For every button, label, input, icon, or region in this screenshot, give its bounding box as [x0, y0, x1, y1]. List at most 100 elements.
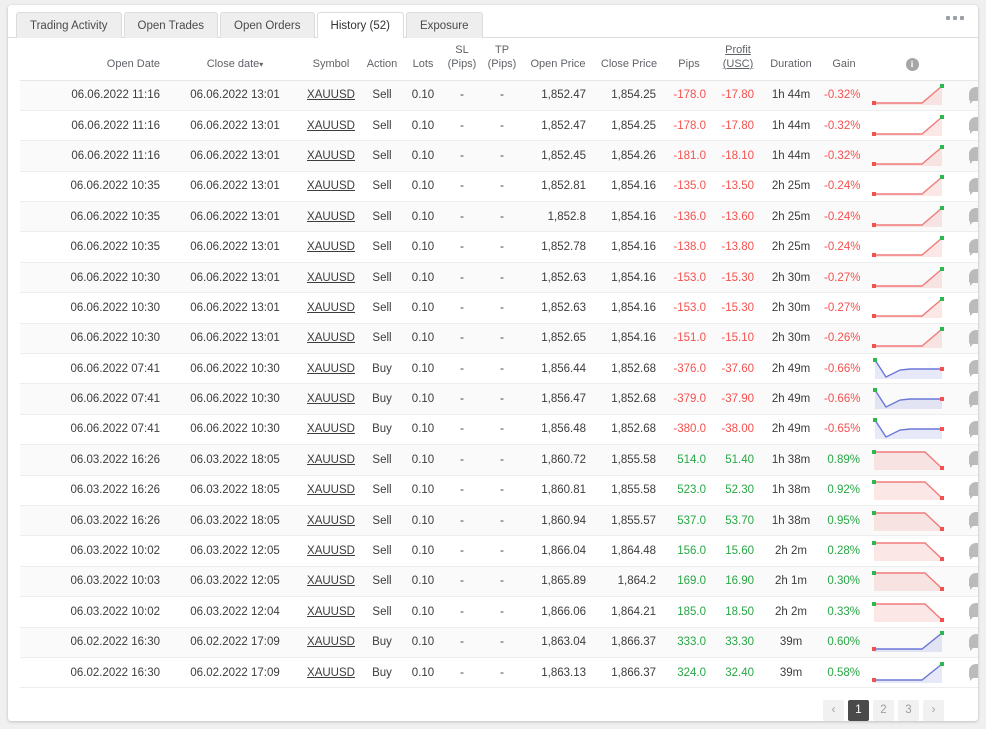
table-row[interactable]: 06.06.2022 10:3506.06.2022 13:01XAUUSDSe…: [20, 202, 978, 232]
table-row[interactable]: 06.06.2022 11:1606.06.2022 13:01XAUUSDSe…: [20, 141, 978, 171]
symbol-link[interactable]: XAUUSD: [307, 363, 355, 375]
comment-bubble-icon[interactable]: [969, 603, 979, 617]
table-row[interactable]: 06.06.2022 10:3506.06.2022 13:01XAUUSDSe…: [20, 232, 978, 262]
comment-bubble-icon[interactable]: [969, 512, 979, 526]
comment-bubble-icon[interactable]: [969, 147, 979, 161]
cell-sparkline-chart: [868, 505, 956, 535]
table-row[interactable]: 06.03.2022 10:0206.03.2022 12:05XAUUSDSe…: [20, 536, 978, 566]
col-duration[interactable]: Duration: [762, 38, 820, 80]
symbol-link[interactable]: XAUUSD: [307, 423, 355, 435]
cell-tp: -: [482, 323, 522, 353]
pagination-page-2[interactable]: 2: [873, 700, 894, 721]
symbol-link[interactable]: XAUUSD: [307, 484, 355, 496]
symbol-link[interactable]: XAUUSD: [307, 393, 355, 405]
table-row[interactable]: 06.06.2022 10:3006.06.2022 13:01XAUUSDSe…: [20, 262, 978, 292]
pagination-page-3[interactable]: 3: [898, 700, 919, 721]
cell-close-date: 06.06.2022 10:30: [168, 354, 302, 384]
cell-action: Buy: [360, 354, 404, 384]
cell-action: Sell: [360, 293, 404, 323]
cell-profit: -13.50: [714, 171, 762, 201]
symbol-link[interactable]: XAUUSD: [307, 180, 355, 192]
cell-gain: 0.33%: [820, 597, 868, 627]
tab-history[interactable]: History (52): [317, 12, 404, 38]
comment-bubble-icon[interactable]: [969, 451, 979, 465]
symbol-link[interactable]: XAUUSD: [307, 302, 355, 314]
info-icon[interactable]: i: [906, 58, 919, 71]
cell-close-price: 1,864.48: [594, 536, 664, 566]
col-action[interactable]: Action: [360, 38, 404, 80]
comment-bubble-icon[interactable]: [969, 87, 979, 101]
table-row[interactable]: 06.02.2022 16:3006.02.2022 17:09XAUUSDBu…: [20, 627, 978, 657]
table-row[interactable]: 06.06.2022 11:1606.06.2022 13:01XAUUSDSe…: [20, 110, 978, 140]
symbol-link[interactable]: XAUUSD: [307, 150, 355, 162]
col-close-price[interactable]: Close Price: [594, 38, 664, 80]
tab-exposure[interactable]: Exposure: [406, 12, 483, 38]
kebab-menu-icon[interactable]: [946, 16, 964, 20]
comment-bubble-icon[interactable]: [969, 330, 979, 344]
col-gain[interactable]: Gain: [820, 38, 868, 80]
comment-bubble-icon[interactable]: [969, 299, 979, 313]
comment-bubble-icon[interactable]: [969, 208, 979, 222]
symbol-link[interactable]: XAUUSD: [307, 211, 355, 223]
table-row[interactable]: 06.06.2022 11:1606.06.2022 13:01XAUUSDSe…: [20, 80, 978, 110]
comment-bubble-icon[interactable]: [969, 573, 979, 587]
col-sl-pips[interactable]: SL (Pips): [442, 38, 482, 80]
tab-trading-activity[interactable]: Trading Activity: [16, 12, 122, 38]
symbol-link[interactable]: XAUUSD: [307, 606, 355, 618]
comment-bubble-icon[interactable]: [969, 634, 979, 648]
symbol-link[interactable]: XAUUSD: [307, 636, 355, 648]
comment-bubble-icon[interactable]: [969, 269, 979, 283]
table-row[interactable]: 06.06.2022 07:4106.06.2022 10:30XAUUSDBu…: [20, 384, 978, 414]
col-tp-pips[interactable]: TP (Pips): [482, 38, 522, 80]
col-lots[interactable]: Lots: [404, 38, 442, 80]
tab-open-trades[interactable]: Open Trades: [124, 12, 218, 38]
pagination-page-1[interactable]: 1: [848, 700, 869, 721]
symbol-link[interactable]: XAUUSD: [307, 454, 355, 466]
cell-sparkline-chart: [868, 597, 956, 627]
symbol-link[interactable]: XAUUSD: [307, 120, 355, 132]
symbol-link[interactable]: XAUUSD: [307, 667, 355, 679]
symbol-link[interactable]: XAUUSD: [307, 332, 355, 344]
symbol-link[interactable]: XAUUSD: [307, 515, 355, 527]
comment-bubble-icon[interactable]: [969, 178, 979, 192]
comment-bubble-icon[interactable]: [969, 543, 979, 557]
table-row[interactable]: 06.03.2022 10:0206.03.2022 12:04XAUUSDSe…: [20, 597, 978, 627]
col-close-date[interactable]: Close date▾: [168, 38, 302, 80]
symbol-link[interactable]: XAUUSD: [307, 575, 355, 587]
col-open-date[interactable]: Open Date: [20, 38, 168, 80]
symbol-link[interactable]: XAUUSD: [307, 241, 355, 253]
col-pips[interactable]: Pips: [664, 38, 714, 80]
pagination-prev[interactable]: ‹: [823, 700, 844, 721]
table-row[interactable]: 06.03.2022 10:0306.03.2022 12:05XAUUSDSe…: [20, 566, 978, 596]
table-row[interactable]: 06.03.2022 16:2606.03.2022 18:05XAUUSDSe…: [20, 505, 978, 535]
table-row[interactable]: 06.03.2022 16:2606.03.2022 18:05XAUUSDSe…: [20, 475, 978, 505]
table-row[interactable]: 06.06.2022 10:3006.06.2022 13:01XAUUSDSe…: [20, 293, 978, 323]
comment-bubble-icon[interactable]: [969, 482, 979, 496]
comment-bubble-icon[interactable]: [969, 360, 979, 374]
tab-open-orders[interactable]: Open Orders: [220, 12, 314, 38]
symbol-link[interactable]: XAUUSD: [307, 272, 355, 284]
col-symbol[interactable]: Symbol: [302, 38, 360, 80]
comment-bubble-icon[interactable]: [969, 117, 979, 131]
cell-lots: 0.10: [404, 414, 442, 444]
table-row[interactable]: 06.03.2022 16:2606.03.2022 18:05XAUUSDSe…: [20, 445, 978, 475]
comment-bubble-icon[interactable]: [969, 239, 979, 253]
table-row[interactable]: 06.02.2022 16:3006.02.2022 17:09XAUUSDBu…: [20, 657, 978, 687]
table-row[interactable]: 06.06.2022 07:4106.06.2022 10:30XAUUSDBu…: [20, 354, 978, 384]
symbol-link[interactable]: XAUUSD: [307, 89, 355, 101]
comment-bubble-icon[interactable]: [969, 664, 979, 678]
table-row[interactable]: 06.06.2022 10:3506.06.2022 13:01XAUUSDSe…: [20, 171, 978, 201]
table-row[interactable]: 06.06.2022 10:3006.06.2022 13:01XAUUSDSe…: [20, 323, 978, 353]
cell-close-date: 06.06.2022 10:30: [168, 384, 302, 414]
cell-comment: [956, 475, 978, 505]
col-open-price[interactable]: Open Price: [522, 38, 594, 80]
comment-bubble-icon[interactable]: [969, 391, 979, 405]
col-profit-usc[interactable]: Profit (USC): [714, 38, 762, 80]
pagination-next[interactable]: ›: [923, 700, 944, 721]
symbol-link[interactable]: XAUUSD: [307, 545, 355, 557]
cell-duration: 2h 2m: [762, 597, 820, 627]
cell-open-date: 06.06.2022 10:35: [20, 171, 168, 201]
comment-bubble-icon[interactable]: [969, 421, 979, 435]
cell-duration: 1h 38m: [762, 475, 820, 505]
table-row[interactable]: 06.06.2022 07:4106.06.2022 10:30XAUUSDBu…: [20, 414, 978, 444]
